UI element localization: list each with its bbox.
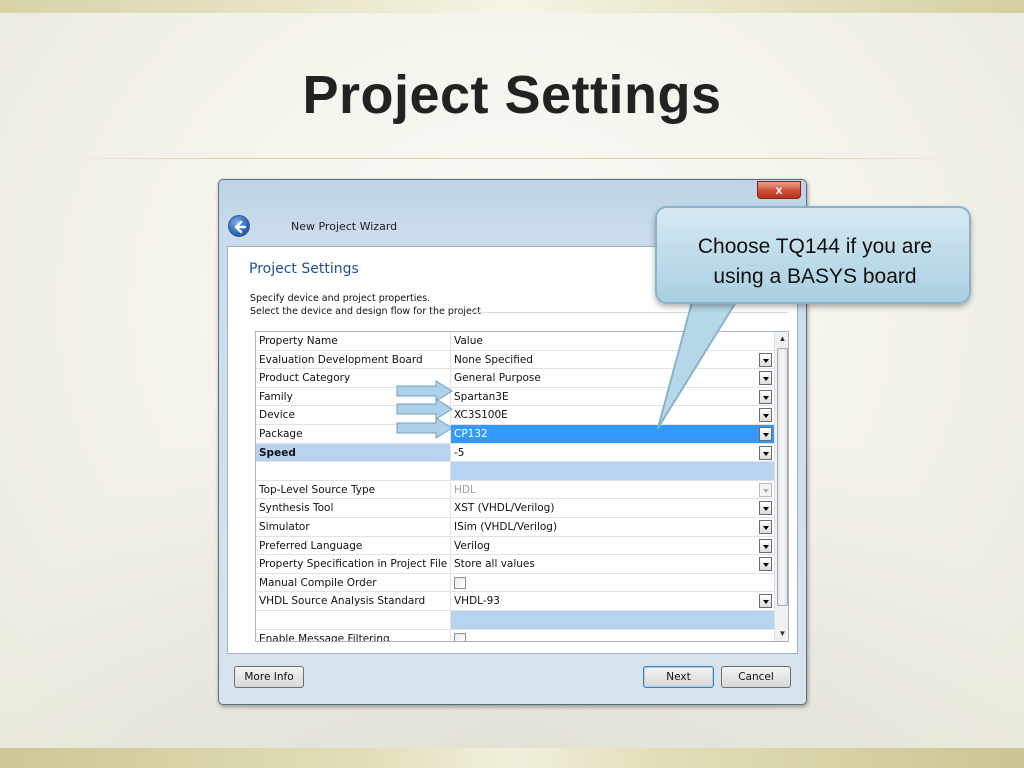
title-divider xyxy=(48,158,976,159)
table-row[interactable]: Speed -5 xyxy=(256,443,774,463)
property-name: Synthesis Tool xyxy=(256,499,451,517)
property-name: Evaluation Development Board xyxy=(256,350,451,369)
grid-scrollbar[interactable]: ▲ ▼ xyxy=(774,332,788,641)
column-header-property-name: Property Name xyxy=(256,332,451,350)
dropdown-arrow-icon[interactable] xyxy=(759,557,772,572)
property-name: Preferred Language xyxy=(256,536,451,555)
property-value: General Purpose xyxy=(454,372,541,385)
back-arrow-icon[interactable] xyxy=(228,215,250,237)
table-row[interactable]: Enable Message Filtering xyxy=(256,629,774,641)
table-row[interactable]: Synthesis Tool XST (VHDL/Verilog) xyxy=(256,499,774,518)
property-value: Store all values xyxy=(454,558,535,571)
property-value-dropdown[interactable]: XST (VHDL/Verilog) xyxy=(451,499,774,517)
top-decorative-band xyxy=(0,0,1024,13)
scroll-up-arrow-icon[interactable]: ▲ xyxy=(775,332,788,346)
property-value: None Specified xyxy=(454,353,533,366)
dropdown-arrow-icon[interactable] xyxy=(759,501,772,516)
slide-title: Project Settings xyxy=(302,65,722,125)
property-name: VHDL Source Analysis Standard xyxy=(256,592,451,610)
property-value-dropdown-disabled: HDL xyxy=(451,481,774,499)
dropdown-arrow-icon[interactable] xyxy=(759,408,772,423)
property-value-dropdown[interactable]: -5 xyxy=(451,444,774,462)
window-close-button[interactable]: x xyxy=(757,181,801,199)
wizard-title: New Project Wizard xyxy=(291,220,398,233)
callout-text: Choose TQ144 if you are using a BASYS bo… xyxy=(657,232,973,292)
more-info-button[interactable]: More Info xyxy=(234,666,304,688)
callout-line-1: Choose TQ144 if you are xyxy=(697,235,933,258)
callout-line-2: using a BASYS board xyxy=(713,265,917,288)
table-row-spacer xyxy=(256,462,774,481)
property-value-dropdown[interactable]: ISim (VHDL/Verilog) xyxy=(451,518,774,536)
property-value: VHDL-93 xyxy=(454,595,500,608)
property-name: Simulator xyxy=(256,518,451,536)
scrollbar-thumb[interactable] xyxy=(777,348,788,606)
table-row[interactable]: Top-Level Source Type HDL xyxy=(256,480,774,500)
property-value-cell xyxy=(451,574,774,592)
next-button[interactable]: Next xyxy=(643,666,714,688)
property-value: HDL xyxy=(454,483,476,496)
table-row[interactable]: Simulator ISim (VHDL/Verilog) xyxy=(256,518,774,537)
dropdown-arrow-icon[interactable] xyxy=(759,352,772,367)
cancel-button[interactable]: Cancel xyxy=(721,666,791,688)
property-value: ISim (VHDL/Verilog) xyxy=(454,521,558,533)
dropdown-arrow-icon[interactable] xyxy=(759,427,772,441)
property-value: Verilog xyxy=(454,539,491,552)
table-row[interactable]: Property Specification in Project File S… xyxy=(256,555,774,574)
page-heading: Project Settings xyxy=(249,261,359,277)
property-name: Enable Message Filtering xyxy=(256,629,451,641)
dropdown-arrow-icon[interactable] xyxy=(759,445,772,460)
property-value: XC3S100E xyxy=(454,409,508,422)
table-row-spacer xyxy=(256,611,774,630)
property-name: Manual Compile Order xyxy=(256,573,451,592)
property-value: CP132 xyxy=(454,428,488,440)
annotation-arrow-icon xyxy=(396,417,453,439)
property-value-dropdown[interactable]: Verilog xyxy=(451,537,774,555)
property-value xyxy=(451,462,774,480)
property-name xyxy=(256,611,451,629)
table-row[interactable]: Manual Compile Order xyxy=(256,573,774,593)
property-value: Spartan3E xyxy=(454,390,509,403)
property-value-cell xyxy=(451,630,774,641)
property-name: Property Specification in Project File xyxy=(256,555,451,573)
property-value: XST (VHDL/Verilog) xyxy=(454,502,555,515)
callout-bubble: Choose TQ144 if you are using a BASYS bo… xyxy=(655,206,971,304)
property-name: Speed xyxy=(256,443,451,462)
description-line-1: Specify device and project properties. xyxy=(250,293,431,304)
scroll-down-arrow-icon[interactable]: ▼ xyxy=(775,627,788,641)
dropdown-arrow-icon[interactable] xyxy=(759,594,772,609)
dropdown-arrow-icon[interactable] xyxy=(759,520,772,534)
property-value-dropdown[interactable]: Store all values xyxy=(451,555,774,573)
property-value xyxy=(451,611,774,629)
dropdown-arrow-icon[interactable] xyxy=(759,371,772,386)
dropdown-arrow-icon xyxy=(759,482,772,497)
dropdown-arrow-icon[interactable] xyxy=(759,538,772,553)
property-name: Top-Level Source Type xyxy=(256,480,451,499)
table-row[interactable]: VHDL Source Analysis Standard VHDL-93 xyxy=(256,592,774,611)
callout-tail-shape xyxy=(657,301,737,429)
enable-message-filtering-checkbox[interactable] xyxy=(454,632,466,641)
property-value: -5 xyxy=(454,446,465,459)
description-line-2: Select the device and design flow for th… xyxy=(250,306,481,317)
manual-compile-order-checkbox[interactable] xyxy=(454,576,466,589)
bottom-decorative-band xyxy=(0,748,1024,768)
property-name xyxy=(256,462,451,480)
back-arrow-glyph xyxy=(234,220,247,234)
dropdown-arrow-icon[interactable] xyxy=(759,389,772,404)
table-row[interactable]: Preferred Language Verilog xyxy=(256,536,774,556)
property-value-dropdown[interactable]: VHDL-93 xyxy=(451,592,774,610)
